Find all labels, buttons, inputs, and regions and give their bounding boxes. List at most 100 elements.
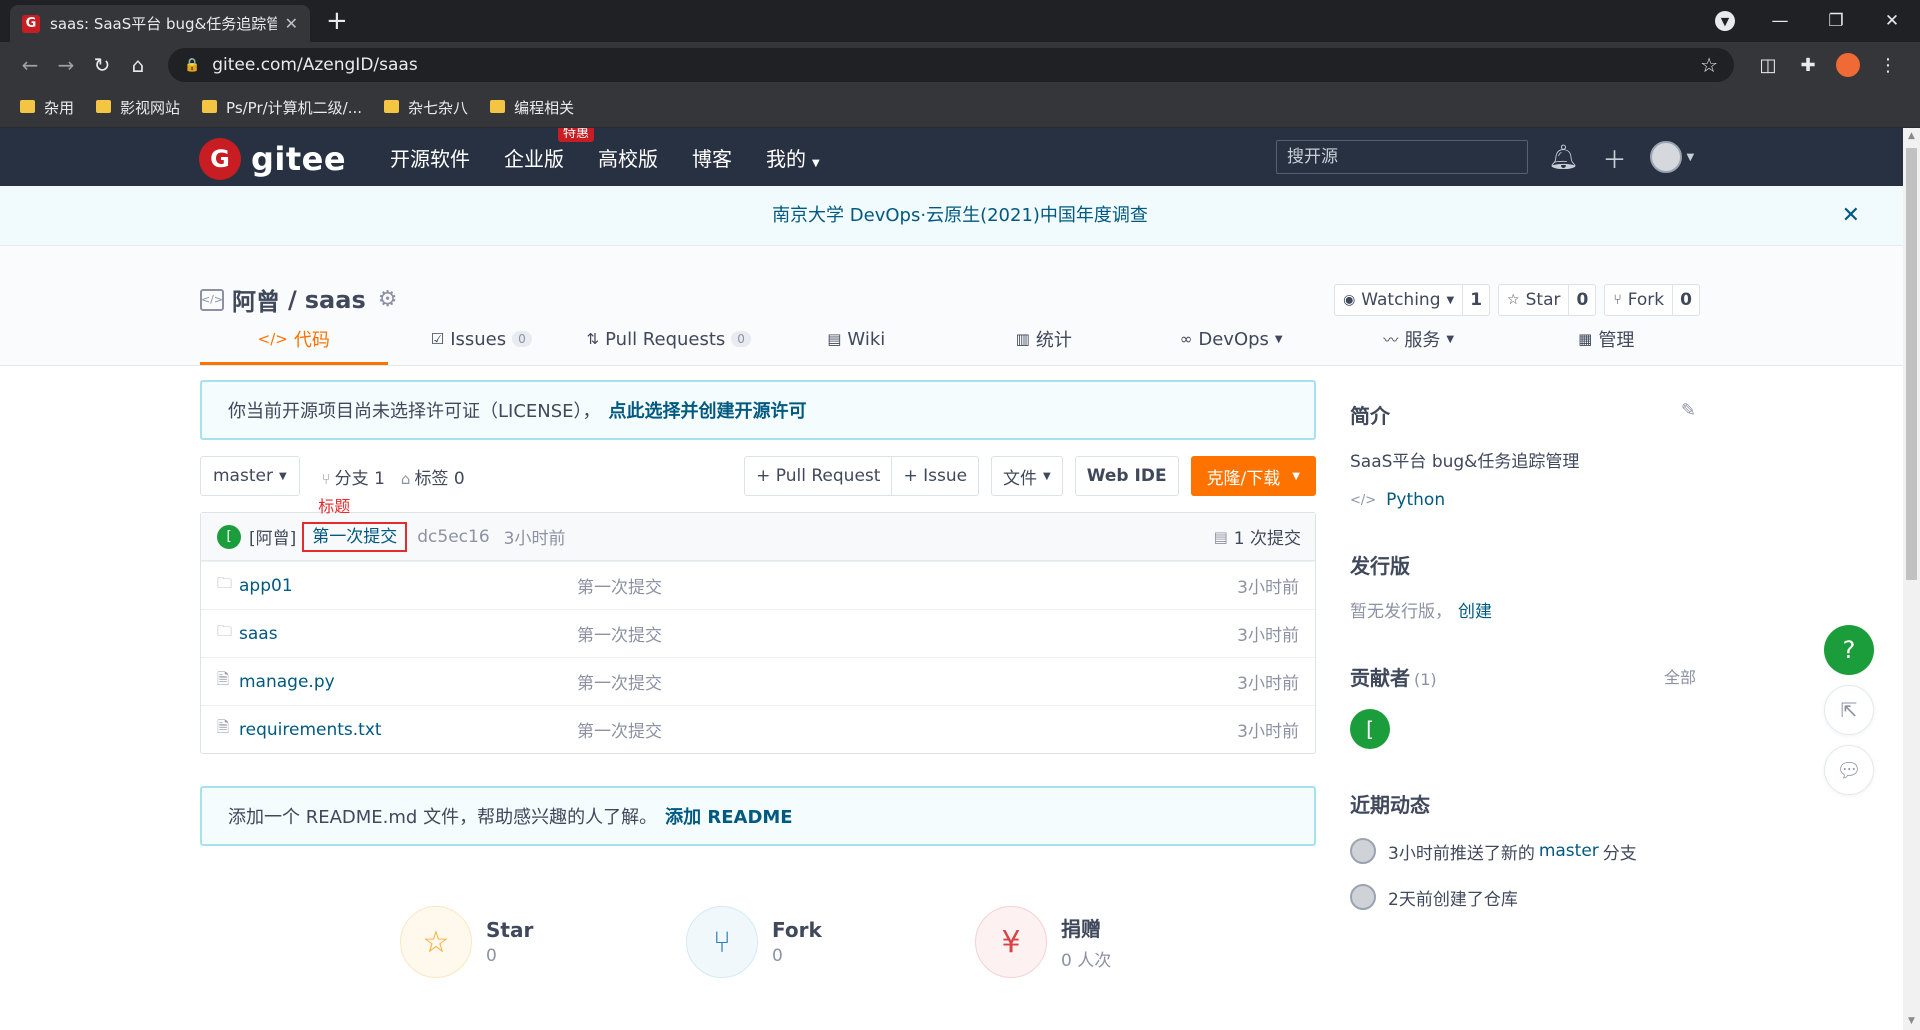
avatar[interactable]: [1350, 838, 1376, 864]
chevron-down-icon[interactable]: ▼: [1686, 152, 1694, 163]
tab-wiki[interactable]: ▤ Wiki: [763, 313, 951, 365]
clone-download-button[interactable]: 克隆/下载 ▼: [1190, 456, 1316, 496]
bookmark-star-icon[interactable]: ☆: [1700, 53, 1718, 77]
tab-services[interactable]: 〰服务 ▼: [1325, 313, 1513, 365]
create-license-link[interactable]: 点此选择并创建开源许可: [609, 401, 807, 422]
avatar[interactable]: [1350, 884, 1376, 910]
stat-fork[interactable]: ⑂ Fork 0: [686, 906, 822, 978]
file-menu-button[interactable]: 文件 ▼: [991, 456, 1063, 496]
bookmark-folder[interactable]: Ps/Pr/计算机二级/...: [202, 97, 362, 118]
watch-count[interactable]: 1: [1462, 285, 1489, 315]
activity-branch-link[interactable]: master: [1539, 841, 1599, 861]
web-ide-button[interactable]: Web IDE: [1074, 456, 1179, 496]
tab-pull-requests[interactable]: ⇅ Pull Requests 0: [575, 313, 763, 365]
puzzle-extensions-icon[interactable]: ✚: [1788, 55, 1828, 76]
restore-icon[interactable]: ❐: [1808, 0, 1864, 42]
nav-blog[interactable]: 博客: [692, 143, 732, 172]
new-pull-request-button[interactable]: + Pull Request: [745, 457, 891, 495]
all-contributors-link[interactable]: 全部: [1664, 664, 1696, 688]
file-commit-message[interactable]: 第一次提交: [577, 573, 1237, 598]
announcement-link[interactable]: 南京大学 DevOps·云原生(2021)中国年度调查: [772, 205, 1148, 226]
help-button[interactable]: ?: [1824, 625, 1874, 675]
feedback-icon[interactable]: 💬︎: [1824, 745, 1874, 795]
file-row[interactable]: 🗀 app01 第一次提交 3小时前: [201, 561, 1315, 609]
commit-message[interactable]: 标题 第一次提交: [302, 497, 408, 552]
watch-button[interactable]: ◉ Watching ▼ 1: [1334, 284, 1491, 316]
user-avatar[interactable]: [1650, 141, 1683, 173]
tab-code[interactable]: </> 代码: [200, 313, 388, 365]
forward-icon[interactable]: →: [48, 53, 84, 77]
share-icon[interactable]: ⇱: [1824, 685, 1874, 735]
add-readme-link[interactable]: 添加 README: [665, 807, 793, 828]
file-row[interactable]: 🗎 requirements.txt 第一次提交 3小时前: [201, 705, 1315, 753]
bookmark-folder[interactable]: 杂用: [20, 97, 74, 118]
scroll-up-icon[interactable]: ▲: [1903, 128, 1920, 145]
new-tab-icon[interactable]: +: [326, 6, 348, 36]
tab-devops[interactable]: ∞ DevOps ▼: [1138, 313, 1326, 365]
commit-author[interactable]: [阿曾]: [249, 524, 296, 549]
file-row[interactable]: 🗀 saas 第一次提交 3小时前: [201, 609, 1315, 657]
tab-manage[interactable]: ▦ 管理: [1513, 313, 1701, 365]
recommend-badge-icon[interactable]: ⚙: [378, 287, 398, 312]
minimize-icon[interactable]: —: [1752, 0, 1808, 42]
web-page: G gitee 开源软件 企业版 特惠 高校版 博客 我的 ▼ 🔔︎ ＋ ▼ 南京大…: [0, 128, 1920, 1030]
gitee-logo[interactable]: G gitee: [199, 138, 346, 180]
bell-icon[interactable]: 🔔︎: [1548, 143, 1578, 171]
address-bar[interactable]: 🔒 gitee.com/AzengID/saas ☆: [168, 48, 1734, 82]
file-name[interactable]: saas: [239, 624, 577, 644]
nav-education[interactable]: 高校版: [598, 143, 658, 172]
tab-search-icon[interactable]: ▼: [1715, 11, 1735, 31]
reload-icon[interactable]: ↻: [84, 53, 120, 77]
committer-avatar[interactable]: [: [217, 524, 241, 549]
create-release-link[interactable]: 创建: [1458, 602, 1492, 622]
close-window-icon[interactable]: ✕: [1864, 0, 1920, 42]
nav-enterprise[interactable]: 企业版 特惠: [504, 128, 594, 172]
contributor-avatar[interactable]: [: [1350, 709, 1390, 749]
scroll-down-icon[interactable]: ▼: [1903, 1013, 1920, 1030]
tags-link[interactable]: ⌂ 标签 0: [401, 464, 465, 489]
fork-count[interactable]: 0: [1672, 285, 1699, 315]
file-row[interactable]: 🗎 manage.py 第一次提交 3小时前: [201, 657, 1315, 705]
repo-language[interactable]: </> Python: [1350, 490, 1700, 510]
commit-hash[interactable]: dc5ec16: [417, 527, 489, 547]
nav-open-source[interactable]: 开源软件: [390, 143, 470, 172]
commit-count-link[interactable]: ▤ 1 次提交: [1214, 524, 1301, 550]
latest-commit: [ [阿曾] 标题 第一次提交 dc5ec16 3小时前 ▤ 1 次提交: [201, 497, 1315, 561]
owner-link[interactable]: 阿曾: [232, 282, 280, 317]
stat-donate[interactable]: ¥ 捐赠 0 人次: [975, 906, 1111, 978]
file-name[interactable]: requirements.txt: [239, 720, 577, 740]
bookmark-folder[interactable]: 杂七杂八: [384, 97, 468, 118]
branch-select[interactable]: master ▼: [200, 456, 300, 496]
new-issue-button[interactable]: + Issue: [891, 457, 978, 495]
plus-icon[interactable]: ＋: [1602, 140, 1626, 175]
browser-tab[interactable]: G saas: SaaS平台 bug&任务追踪管 ✕: [10, 5, 310, 42]
page-scrollbar[interactable]: ▲ ▼: [1903, 128, 1920, 1030]
extension-icon[interactable]: ◫: [1748, 55, 1788, 76]
repo-link[interactable]: saas: [305, 286, 366, 314]
tab-issues[interactable]: ☑ Issues 0: [388, 313, 576, 365]
back-icon[interactable]: ←: [12, 53, 48, 77]
tab-close-icon[interactable]: ✕: [285, 14, 298, 33]
file-name[interactable]: manage.py: [239, 672, 577, 692]
star-button[interactable]: ☆ Star 0: [1498, 284, 1597, 316]
edit-icon[interactable]: ✎: [1681, 400, 1696, 421]
profile-avatar[interactable]: [1836, 53, 1860, 77]
file-commit-message[interactable]: 第一次提交: [577, 621, 1237, 646]
browser-menu-icon[interactable]: ⋮: [1868, 55, 1908, 76]
fork-button[interactable]: ⑂ Fork 0: [1604, 284, 1700, 316]
home-icon[interactable]: ⌂: [120, 53, 156, 77]
tab-stats[interactable]: ▥ 统计: [950, 313, 1138, 365]
file-commit-message[interactable]: 第一次提交: [577, 717, 1237, 742]
file-name[interactable]: app01: [239, 576, 577, 596]
file-commit-message[interactable]: 第一次提交: [577, 669, 1237, 694]
lock-icon[interactable]: 🔒: [184, 58, 200, 73]
star-count[interactable]: 0: [1568, 285, 1595, 315]
stat-star[interactable]: ☆ Star 0: [400, 906, 533, 978]
branches-link[interactable]: ⑂ 分支 1: [322, 464, 385, 489]
scroll-thumb[interactable]: [1906, 148, 1917, 580]
close-icon[interactable]: ✕: [1842, 186, 1860, 246]
bookmark-folder[interactable]: 影视网站: [96, 97, 180, 118]
bookmark-folder[interactable]: 编程相关: [490, 97, 574, 118]
nav-mine[interactable]: 我的 ▼: [766, 143, 820, 172]
search-input[interactable]: [1276, 140, 1528, 174]
